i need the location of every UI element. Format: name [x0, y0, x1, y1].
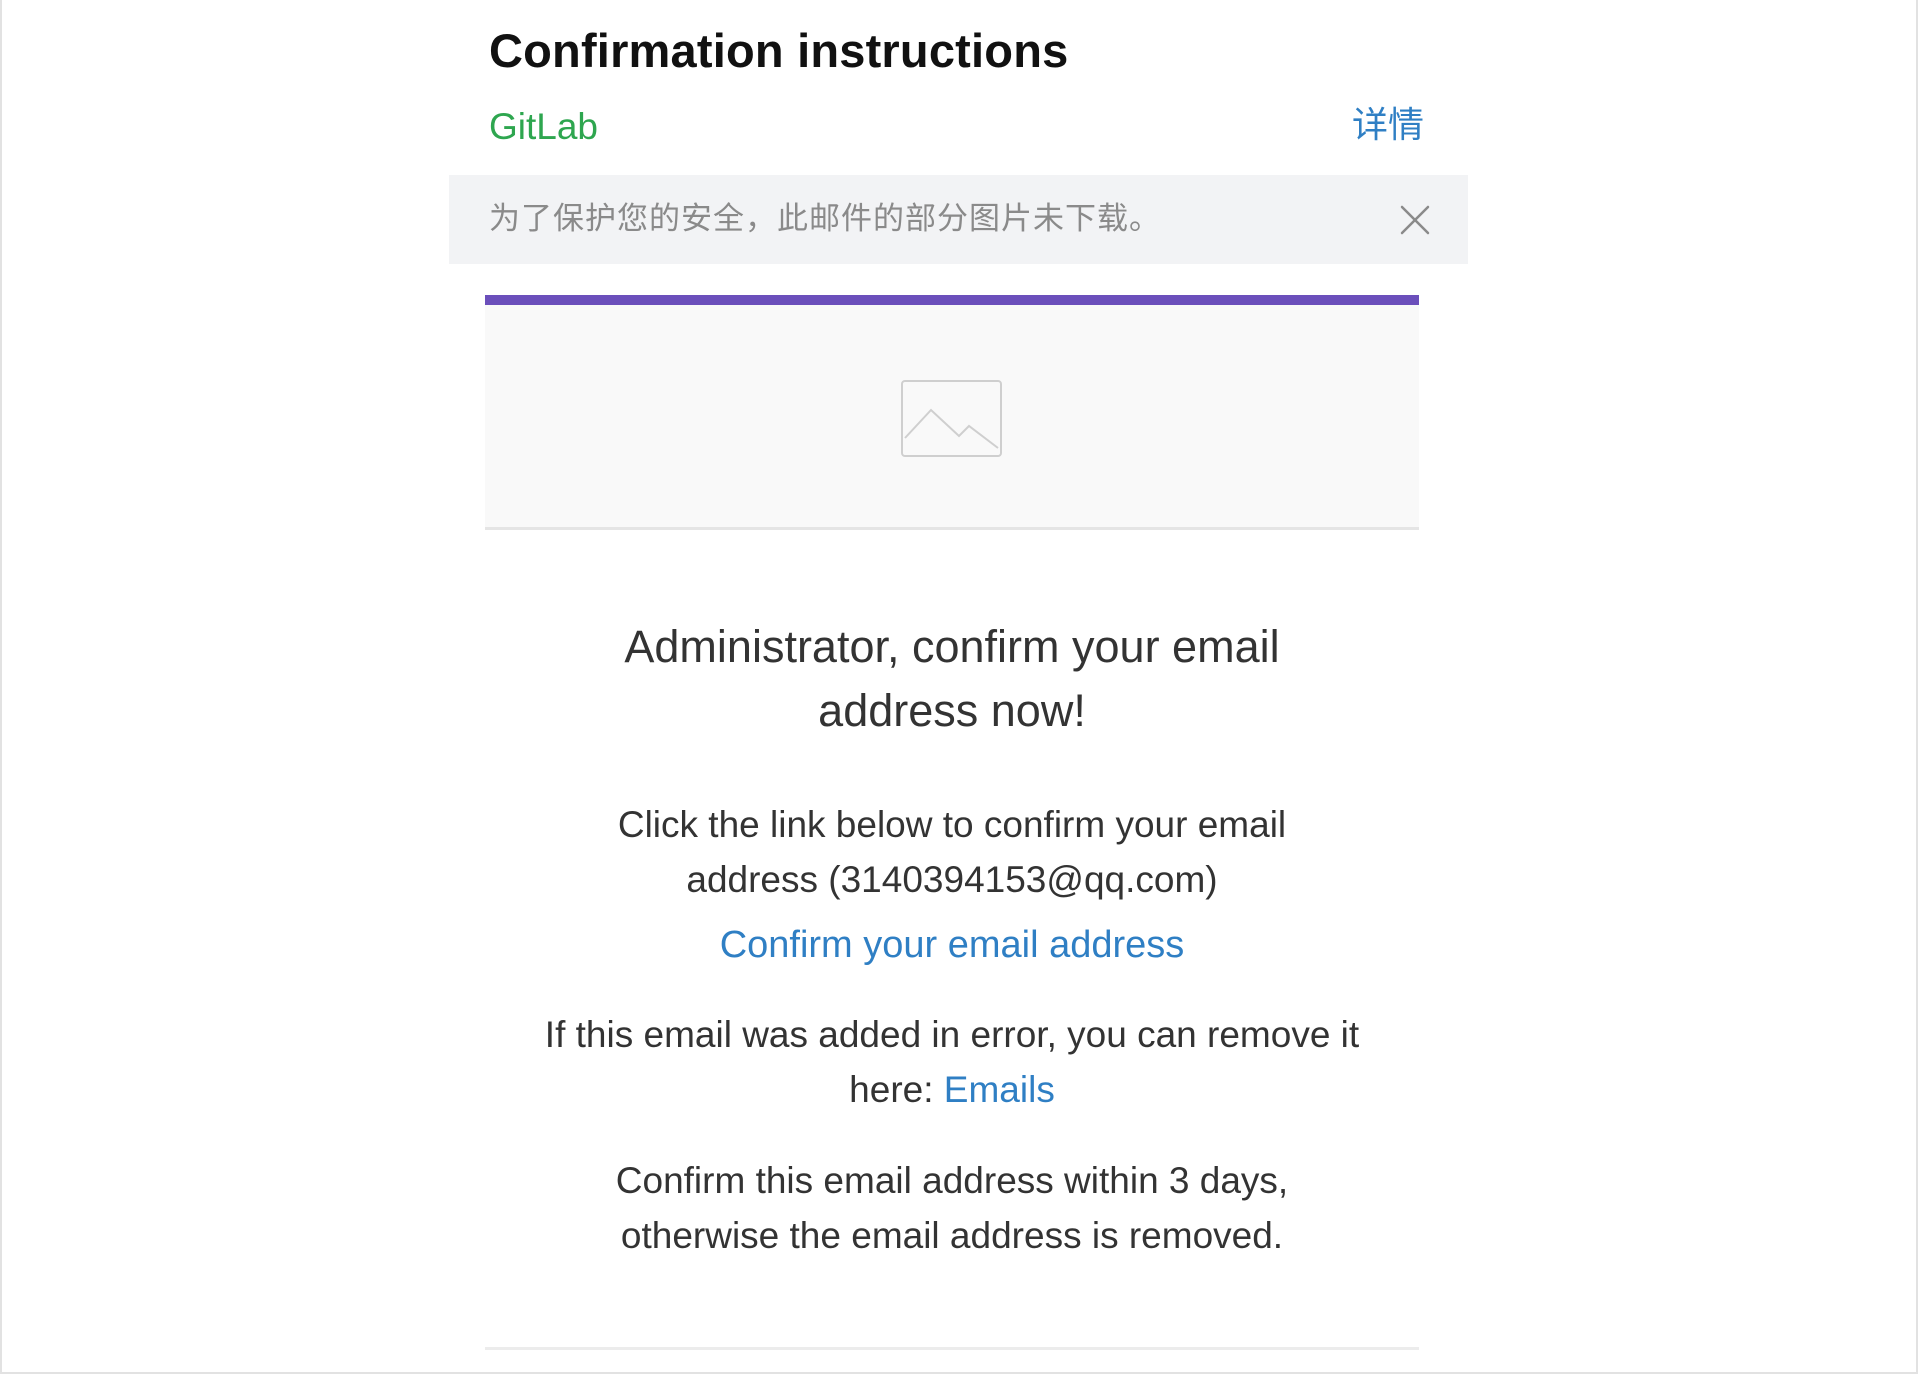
email-subject: Confirmation instructions — [489, 24, 1069, 77]
emails-link[interactable]: Emails — [944, 1069, 1055, 1110]
email-content: Administrator, confirm your email addres… — [485, 615, 1419, 1263]
confirm-email-link[interactable]: Confirm your email address — [485, 917, 1419, 973]
email-headline: Administrator, confirm your email addres… — [624, 621, 1280, 736]
footer-divider — [485, 1347, 1419, 1350]
logo-area — [485, 305, 1419, 530]
sender-name[interactable]: GitLab — [489, 104, 598, 150]
details-link[interactable]: 详情 — [1352, 102, 1424, 148]
email-body: Administrator, confirm your email addres… — [485, 295, 1419, 1385]
error-removal-text: If this email was added in error, you ca… — [512, 1007, 1392, 1117]
image-placeholder-icon — [901, 380, 1002, 457]
image-blocked-notice: 为了保护您的安全，此邮件的部分图片未下载。 — [449, 175, 1468, 264]
expiry-text: Confirm this email address within 3 days… — [615, 1160, 1289, 1256]
brand-accent-bar — [485, 295, 1419, 305]
instruction-text: Click the link below to confirm your ema… — [617, 804, 1287, 900]
close-icon[interactable] — [1398, 203, 1432, 237]
notice-text: 为了保护您的安全，此邮件的部分图片未下载。 — [489, 201, 1161, 236]
